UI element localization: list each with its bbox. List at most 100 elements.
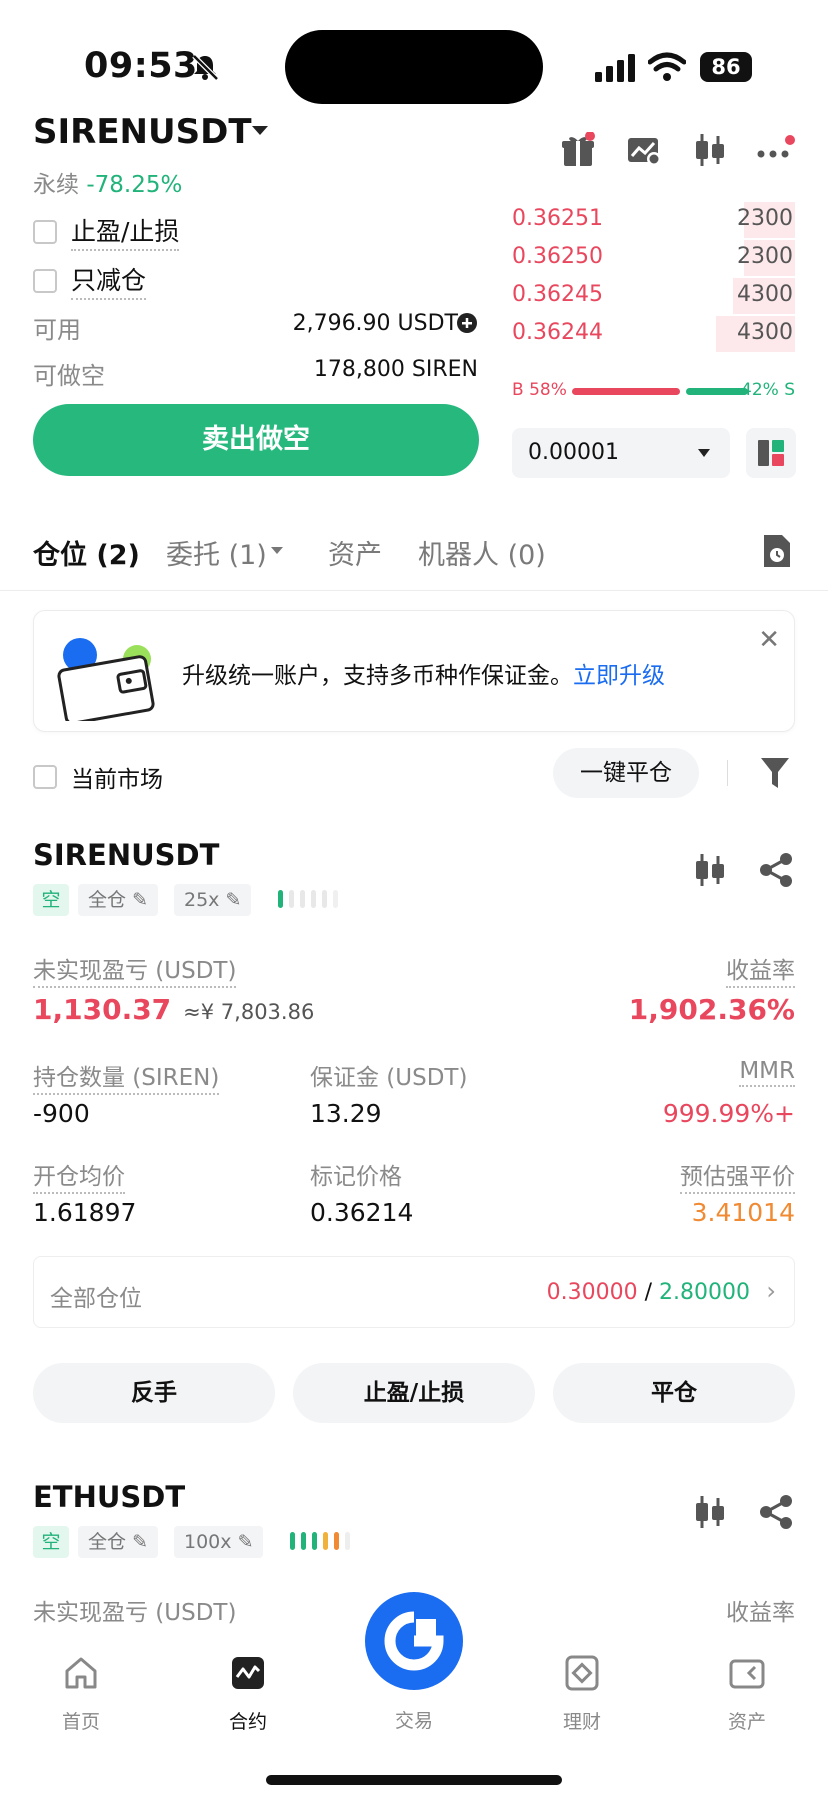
add-funds-icon[interactable] — [456, 312, 478, 334]
share-icon[interactable] — [758, 1494, 794, 1530]
all-positions-short: 0.30000 — [546, 1280, 638, 1305]
current-market-checkbox[interactable] — [33, 765, 57, 789]
tp-sl-label: 止盈/止损 — [71, 212, 180, 251]
chart-settings-icon[interactable] — [626, 132, 662, 168]
tab-bots[interactable]: 机器人 (0) — [418, 533, 546, 572]
margin-mode-tag[interactable]: 全仓 ✎ — [78, 884, 158, 916]
position-size-value: -900 — [33, 1099, 90, 1128]
wifi-icon — [648, 52, 686, 81]
edit-icon: ✎ — [132, 1531, 148, 1553]
risk-level-bar — [334, 1532, 339, 1550]
position-symbol[interactable]: SIRENUSDT — [33, 838, 219, 872]
ask-row[interactable]: 0.36251 2300 — [512, 202, 795, 240]
nav-assets[interactable]: 资产 — [692, 1653, 802, 1734]
buy-ratio-bar — [572, 388, 680, 395]
ask-price: 0.36251 — [512, 206, 603, 231]
current-market-filter[interactable]: 当前市场 — [33, 760, 163, 794]
margin-mode-label: 全仓 — [88, 889, 127, 911]
signal-icon — [595, 54, 635, 82]
ask-price: 0.36250 — [512, 244, 603, 269]
close-icon[interactable]: ✕ — [758, 625, 780, 655]
buy-ratio: B 58% — [512, 380, 567, 400]
toolbar-divider — [727, 760, 728, 786]
ask-quantity: 2300 — [737, 244, 793, 269]
sell-ratio-bar — [686, 388, 748, 395]
margin-value: 13.29 — [310, 1099, 382, 1128]
trade-button[interactable] — [365, 1592, 463, 1690]
orderbook-layout-button[interactable] — [746, 428, 796, 478]
candlestick-icon[interactable] — [692, 1494, 728, 1530]
liq-price-label: 预估强平价 — [680, 1157, 795, 1194]
leverage-tag[interactable]: 25x ✎ — [174, 884, 252, 916]
tp-sl-checkbox-row[interactable]: 止盈/止损 — [33, 212, 180, 251]
tab-positions[interactable]: 仓位 (2) — [33, 533, 140, 572]
ask-row[interactable]: 0.36250 2300 — [512, 240, 795, 278]
leverage-label: 100x — [184, 1531, 232, 1553]
ask-quantity: 4300 — [737, 282, 793, 307]
position-symbol[interactable]: ETHUSDT — [33, 1480, 185, 1514]
mark-price-value: 0.36214 — [310, 1198, 414, 1227]
available-value: 2,796.90 USDT — [292, 311, 458, 336]
chevron-right-icon: › — [766, 1277, 776, 1305]
nav-trade-label[interactable]: 交易 — [365, 1706, 463, 1733]
leverage-tag[interactable]: 100x ✎ — [174, 1526, 264, 1558]
wallet-nav-icon — [729, 1659, 765, 1689]
pair-selector[interactable]: SIRENUSDT — [33, 112, 252, 152]
available-label: 可用 — [33, 316, 81, 344]
nav-home[interactable]: 首页 — [26, 1653, 136, 1734]
upgrade-now-link[interactable]: 立即升级 — [573, 663, 665, 689]
history-icon[interactable] — [760, 533, 792, 569]
futures-icon — [232, 1657, 264, 1689]
tp-sl-button[interactable]: 止盈/止损 — [293, 1363, 535, 1423]
ask-row[interactable]: 0.36245 4300 — [512, 278, 795, 316]
reduce-only-label: 只减仓 — [71, 261, 147, 300]
risk-level-bar — [322, 890, 327, 908]
reverse-button[interactable]: 反手 — [33, 1363, 275, 1423]
sell-short-button[interactable]: 卖出做空 — [33, 404, 479, 476]
more-icon[interactable] — [756, 132, 796, 168]
filter-icon[interactable] — [760, 756, 790, 790]
nav-earn[interactable]: 理财 — [527, 1653, 637, 1734]
roe-value: 1,902.36% — [628, 993, 795, 1026]
candlestick-icon[interactable] — [692, 852, 728, 888]
tab-orders[interactable]: 委托 (1) — [166, 533, 267, 572]
price-step-select[interactable]: 0.00001 — [512, 428, 730, 478]
sell-ratio: 42% S — [741, 380, 795, 400]
dynamic-island — [285, 30, 543, 104]
chevron-down-icon[interactable] — [250, 124, 270, 138]
gift-icon[interactable] — [560, 132, 596, 168]
edit-icon: ✎ — [132, 889, 148, 911]
orderbook-layout-icon — [758, 440, 784, 466]
ask-price: 0.36244 — [512, 320, 603, 345]
buy-sell-ratio: B 58% 42% S — [512, 380, 795, 404]
ask-quantity: 4300 — [737, 320, 793, 345]
reduce-only-checkbox-row[interactable]: 只减仓 — [33, 261, 147, 300]
max-short-label: 可做空 — [33, 362, 105, 390]
share-icon[interactable] — [758, 852, 794, 888]
risk-level-bar — [290, 1532, 295, 1550]
close-position-button[interactable]: 平仓 — [553, 1363, 795, 1423]
nav-futures-label: 合约 — [228, 1711, 267, 1733]
ask-row[interactable]: 0.36244 4300 — [512, 316, 795, 354]
margin-mode-tag[interactable]: 全仓 ✎ — [78, 1526, 158, 1558]
all-positions-row[interactable]: 全部仓位 0.30000 / 2.80000 › — [33, 1256, 795, 1328]
all-positions-values: 0.30000 / 2.80000 — [547, 1280, 750, 1305]
reduce-only-checkbox[interactable] — [33, 268, 57, 293]
entry-price-value: 1.61897 — [33, 1198, 137, 1227]
all-positions-label: 全部仓位 — [50, 1286, 142, 1312]
risk-level-bar — [345, 1532, 350, 1550]
tab-assets[interactable]: 资产 — [328, 533, 382, 572]
orders-dropdown-icon[interactable] — [270, 546, 284, 556]
tabs-divider — [0, 590, 828, 591]
nav-futures[interactable]: 合约 — [193, 1653, 303, 1734]
risk-level-bar — [301, 1532, 306, 1550]
close-all-button[interactable]: 一键平仓 — [553, 748, 699, 798]
roe-label: 收益率 — [726, 951, 795, 988]
ask-price: 0.36245 — [512, 282, 603, 307]
nav-assets-label: 资产 — [727, 1711, 766, 1733]
unrealized-pnl-cny: ≈¥ 7,803.86 — [183, 1000, 315, 1024]
tp-sl-checkbox[interactable] — [33, 219, 57, 244]
candlestick-icon[interactable] — [692, 132, 728, 168]
side-badge: 空 — [33, 884, 69, 916]
status-time: 09:53 — [84, 46, 198, 86]
